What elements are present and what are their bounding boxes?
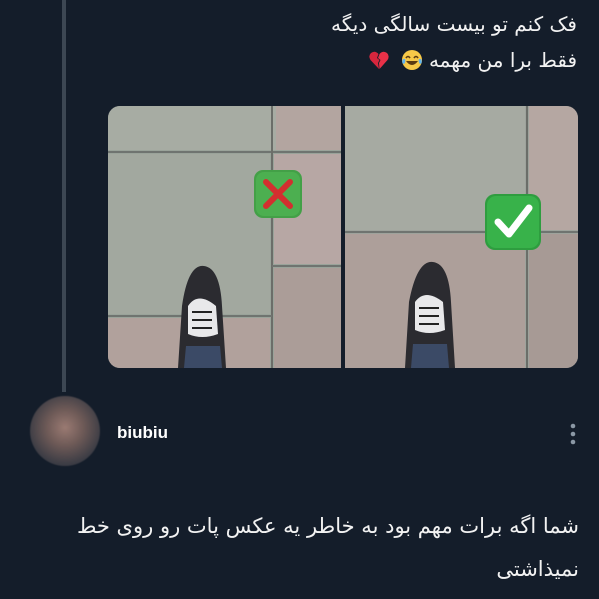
- avatar[interactable]: [30, 396, 100, 466]
- post-text: فک کنم تو بیست سالگی دیگه فقط برا من مهم…: [117, 6, 577, 78]
- screen: فک کنم تو بیست سالگی دیگه فقط برا من مهم…: [0, 0, 599, 599]
- photo-left-image: [108, 106, 341, 368]
- laughing-tears-emoji-icon: [401, 50, 422, 70]
- username[interactable]: biubiu: [117, 423, 168, 443]
- photo-left-wrong[interactable]: [108, 106, 341, 368]
- check-badge-icon: [485, 194, 541, 250]
- thread-line: [62, 0, 66, 392]
- post-line-2: فقط برا من مهمه: [117, 42, 577, 78]
- post-line-2-text: فقط برا من مهمه: [428, 48, 577, 72]
- photo-right-correct[interactable]: [345, 106, 578, 368]
- broken-heart-emoji-icon: [369, 51, 389, 69]
- photo-right-image: [345, 106, 578, 368]
- reply-text: شما اگه برات مهم بود به خاطر یه عکس پات …: [76, 514, 579, 581]
- post-line-1: فک کنم تو بیست سالگی دیگه: [331, 12, 577, 36]
- photo-grid[interactable]: [108, 106, 578, 368]
- cross-badge-icon: [254, 170, 302, 218]
- more-options-icon[interactable]: [566, 420, 580, 448]
